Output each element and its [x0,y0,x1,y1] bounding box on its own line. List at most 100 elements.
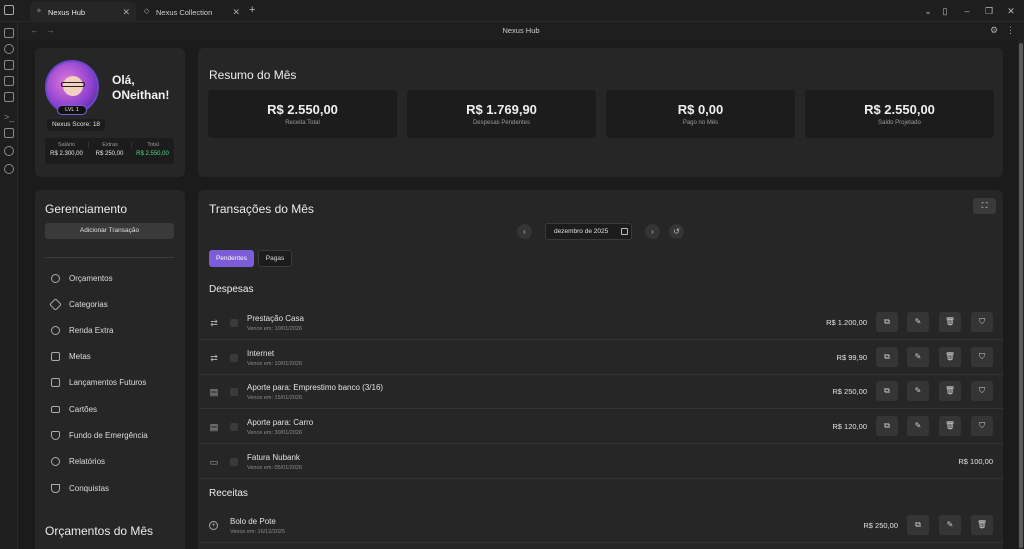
menu-item-extra-income[interactable]: Renda Extra [51,323,113,337]
terminal-icon[interactable]: >_ [4,112,14,122]
restore-icon[interactable]: ❐ [982,4,996,18]
shield-check-icon[interactable]: ⛉ [971,416,993,436]
divider [45,257,174,258]
tab-nexus-collection[interactable]: ◇ Nexus Collection ✕ [138,2,246,22]
close-icon[interactable]: ✕ [122,7,130,18]
transaction-amount: R$ 99,90 [836,353,867,362]
menu-item-label: Categorias [69,299,108,309]
clock-icon[interactable] [4,164,14,174]
transaction-name: Aporte para: Carro [247,418,314,427]
sync-icon[interactable] [4,146,14,156]
paid-checkbox[interactable] [230,388,238,396]
nexus-hub-icon: ✧ [36,8,42,15]
next-month-button[interactable]: › [645,224,660,239]
glasses-icon [61,82,85,87]
menu-item-emergency-fund[interactable]: Fundo de Emergência [51,428,148,442]
budgets-title: Orçamentos do Mês [45,524,154,538]
document-icon: ▤ [209,387,219,397]
paid-checkbox[interactable] [230,319,238,327]
add-transaction-button[interactable]: Adicionar Transação [45,223,174,239]
duplicate-icon[interactable]: ⧉ [876,381,898,401]
copy-icon[interactable] [4,92,14,102]
edit-icon[interactable]: ✎ [939,515,961,535]
menu-item-future-entries[interactable]: Lançamentos Futuros [51,375,146,389]
paid-checkbox[interactable] [230,354,238,362]
duplicate-icon[interactable]: ⧉ [876,416,898,436]
tab-paid[interactable]: Pagas [258,250,292,267]
layout-icon[interactable]: ▯ [938,4,952,18]
tab-nexus-hub[interactable]: ✧ Nexus Hub ✕ [30,2,136,22]
shield-check-icon[interactable]: ⛉ [971,347,993,367]
duplicate-icon[interactable]: ⧉ [876,312,898,332]
trash-icon[interactable]: 🗑 [939,312,961,332]
stat-value: R$ 1.769,90 [466,102,537,117]
edit-icon[interactable]: ✎ [907,381,929,401]
trash-icon[interactable]: 🗑 [939,381,961,401]
paid-checkbox[interactable] [230,458,238,466]
month-picker[interactable]: dezembro de 2025 [545,223,632,240]
close-window-icon[interactable]: ✕ [1004,4,1018,18]
table-row: + Bolo de Pote Vence em: 16/12/2025 R$ 2… [199,509,1003,543]
fullscreen-icon[interactable]: ⛶ [973,198,996,214]
scrollbar-thumb[interactable] [1019,43,1023,548]
edit-icon[interactable]: ✎ [907,416,929,436]
minimize-icon[interactable]: – [960,4,974,18]
scrollbar[interactable] [1018,40,1024,549]
stat-value: R$ 2.550,00 [864,102,935,117]
shield-check-icon[interactable]: ⛉ [971,381,993,401]
transaction-name: Internet [247,349,275,358]
sidebar-toggle-icon[interactable] [4,5,14,15]
plus-circle-icon: + [209,521,218,530]
menu-item-reports[interactable]: Relatórios [51,454,105,468]
trash-icon[interactable]: 🗑 [939,347,961,367]
greeting: Olá, [112,73,135,87]
edit-icon[interactable]: ✎ [907,312,929,332]
shield-check-icon[interactable]: ⛉ [971,312,993,332]
nexus-score: Nexus Score: 18 [47,119,106,131]
menu-item-achievements[interactable]: Conquistas [51,481,109,495]
repeat-icon: ⇄ [210,353,218,363]
paid-checkbox[interactable] [230,423,238,431]
prev-month-button[interactable]: ‹ [517,224,532,239]
calendar-icon[interactable] [4,76,14,86]
tag-icon [49,297,62,311]
repeat-icon: ⇄ [210,318,218,328]
trash-icon[interactable]: 🗑 [971,515,993,535]
file-icon[interactable] [4,28,14,38]
extras-value: R$ 250,00 [95,151,124,157]
total-label: Total [131,142,174,148]
menu-item-budgets[interactable]: Orçamentos [51,271,113,285]
chevron-down-icon[interactable]: ⌄ [921,4,935,18]
trash-icon[interactable]: 🗑 [939,416,961,436]
edit-icon[interactable]: ✎ [907,347,929,367]
new-tab-icon[interactable]: + [249,4,255,16]
close-icon[interactable]: ✕ [232,7,240,18]
menu-item-label: Fundo de Emergência [69,430,148,440]
pie-chart-icon [51,456,60,466]
menu-item-cards[interactable]: Cartões [51,402,97,416]
menu-item-label: Relatórios [69,456,106,466]
transaction-due: Vence em: 05/01/2026 [247,465,303,471]
menu-item-categories[interactable]: Categorias [49,297,108,311]
more-icon[interactable]: ⋮ [1006,25,1015,36]
document-icon: ▤ [209,422,219,432]
menu-item-goals[interactable]: Metas [51,349,91,363]
transaction-due: Vence em: 10/01/2026 [247,361,303,367]
summary-title: Resumo do Mês [209,68,297,82]
duplicate-icon[interactable]: ⧉ [907,515,929,535]
duplicate-icon[interactable]: ⧉ [876,347,898,367]
transactions-title: Transações do Mês [209,202,314,216]
menu-item-label: Orçamentos [69,273,113,283]
salary-value: R$ 2.300,00 [50,151,83,157]
tab-pending[interactable]: Pendentes [209,250,254,267]
stat-paid: R$ 0,00 Pago no Mês [606,90,795,138]
table-row: ▤ Aporte para: Emprestimo banco (3/16) V… [199,375,1003,409]
graph-icon[interactable] [4,44,14,54]
gear-icon[interactable]: ⚙ [990,25,998,36]
transaction-due: Vence em: 10/01/2026 [247,326,303,332]
month-value: dezembro de 2025 [554,228,609,235]
transaction-name: Fatura Nubank [247,453,300,462]
list-icon[interactable] [4,128,14,138]
grid-icon[interactable] [4,60,14,70]
refresh-icon[interactable]: ↺ [669,224,684,239]
